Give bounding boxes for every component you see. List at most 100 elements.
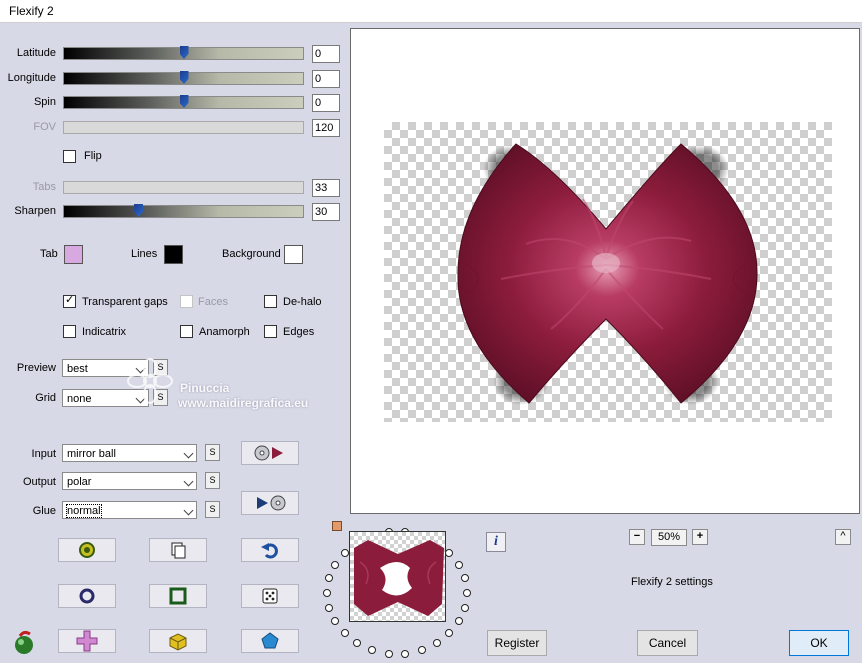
dice-icon — [262, 588, 278, 604]
ok-button[interactable]: OK — [789, 630, 849, 656]
ring-dot — [454, 617, 463, 626]
lines-color-label: Lines — [131, 248, 158, 260]
fov-value[interactable]: 120 — [312, 119, 340, 137]
spin-slider[interactable] — [63, 95, 304, 109]
glue-select-value: normal — [66, 504, 102, 518]
chevron-down-icon — [183, 505, 194, 516]
orientation-handle[interactable] — [332, 521, 342, 531]
grid-label: Grid — [35, 392, 56, 404]
faces-checkbox — [180, 295, 193, 308]
glue-s-button[interactable]: S — [205, 501, 220, 518]
longitude-thumb[interactable] — [179, 71, 189, 84]
output-select[interactable]: polar — [62, 472, 197, 490]
sharpen-thumb[interactable] — [134, 204, 144, 217]
longitude-value[interactable]: 0 — [312, 70, 340, 88]
cube-button[interactable] — [149, 629, 207, 653]
flip-checkbox[interactable] — [63, 150, 76, 163]
ring-dot — [454, 560, 463, 569]
watermark-site: www.maidiregrafica.eu — [178, 396, 309, 410]
info-button[interactable]: i — [486, 532, 506, 552]
frame-button[interactable] — [149, 584, 207, 608]
cross-button[interactable] — [58, 629, 116, 653]
latitude-thumb[interactable] — [179, 46, 189, 59]
input-select[interactable]: mirror ball — [62, 444, 197, 462]
flip-label: Flip — [84, 150, 102, 162]
register-button[interactable]: Register — [487, 630, 547, 656]
watermark-name: Pinuccia — [180, 381, 230, 395]
window-title: Flexify 2 — [9, 4, 54, 18]
glue-select[interactable]: normal — [62, 501, 197, 519]
preview-pane[interactable] — [350, 28, 860, 514]
input-s-button[interactable]: S — [205, 444, 220, 461]
output-s-button[interactable]: S — [205, 472, 220, 489]
randomize-button[interactable] — [241, 584, 299, 608]
sharpen-label: Sharpen — [14, 205, 56, 217]
ring-dot — [325, 603, 334, 612]
chevron-down-icon — [183, 448, 194, 459]
tabs-value[interactable]: 33 — [312, 179, 340, 197]
settings-label: Flexify 2 settings — [631, 576, 713, 588]
pentagon-button[interactable] — [241, 629, 299, 653]
pentagon-icon — [261, 632, 279, 649]
ring-dot — [460, 603, 469, 612]
seed-icon — [79, 542, 95, 558]
latitude-value[interactable]: 0 — [312, 45, 340, 63]
watermark-flower-icon — [127, 358, 173, 404]
preview-select-value: best — [67, 363, 88, 375]
lines-color-swatch[interactable] — [164, 245, 183, 264]
longitude-slider[interactable] — [63, 71, 304, 85]
cancel-button[interactable]: Cancel — [637, 630, 698, 656]
save-preset-button[interactable] — [241, 491, 299, 515]
preview-image — [457, 143, 758, 405]
indicatrix-checkbox[interactable] — [63, 325, 76, 338]
longitude-label: Longitude — [7, 72, 56, 84]
ring-dot — [401, 649, 410, 658]
sharpen-value[interactable]: 30 — [312, 203, 340, 221]
chevron-down-icon — [183, 476, 194, 487]
spin-thumb[interactable] — [179, 95, 189, 108]
zoom-level[interactable]: 50% — [651, 529, 687, 546]
spin-label: Spin — [33, 96, 56, 108]
anamorph-checkbox[interactable] — [180, 325, 193, 338]
load-preset-button[interactable] — [241, 441, 299, 465]
ring-dot — [368, 646, 377, 655]
random-seed-button[interactable] — [58, 538, 116, 562]
ring-dot — [417, 646, 426, 655]
undo-button[interactable] — [241, 538, 299, 562]
tabs-label: Tabs — [32, 181, 56, 193]
ring-button[interactable] — [58, 584, 116, 608]
collapse-button[interactable]: ^ — [835, 529, 851, 545]
de-halo-checkbox[interactable] — [264, 295, 277, 308]
title-bar: Flexify 2 — [0, 0, 862, 23]
ring-dot — [445, 629, 454, 638]
latitude-slider[interactable] — [63, 46, 304, 60]
latitude-label: Latitude — [16, 47, 56, 59]
ring-dot — [353, 639, 362, 648]
transparent-gaps-checkbox[interactable]: ✓ — [63, 294, 76, 308]
logo-icon — [12, 630, 38, 659]
sharpen-slider[interactable] — [63, 204, 304, 218]
ring-dot — [463, 589, 471, 597]
edges-checkbox[interactable] — [264, 325, 277, 338]
preview-label: Preview — [16, 362, 56, 374]
copy-button[interactable] — [149, 538, 207, 562]
thumbnail-preview[interactable] — [349, 531, 446, 622]
spin-value[interactable]: 0 — [312, 94, 340, 112]
flexify-logo-icon — [15, 630, 33, 654]
cross-icon — [76, 630, 98, 652]
thumbnail-image — [354, 540, 444, 616]
tab-color-swatch[interactable] — [64, 245, 83, 264]
play-cd-icon — [257, 495, 286, 511]
transparent-gaps-label: Transparent gaps — [82, 296, 168, 308]
input-label: Input — [31, 448, 56, 460]
ring-dot — [340, 548, 349, 557]
checkmark-icon: ✓ — [65, 294, 75, 306]
output-label: Output — [22, 476, 56, 488]
ring-dot — [384, 649, 393, 658]
zoom-out-button[interactable]: − — [629, 529, 645, 545]
zoom-in-button[interactable]: + — [692, 529, 708, 545]
background-color-swatch[interactable] — [284, 245, 303, 264]
ring-dot — [445, 548, 454, 557]
watermark — [125, 356, 175, 409]
indicatrix-label: Indicatrix — [82, 326, 127, 338]
